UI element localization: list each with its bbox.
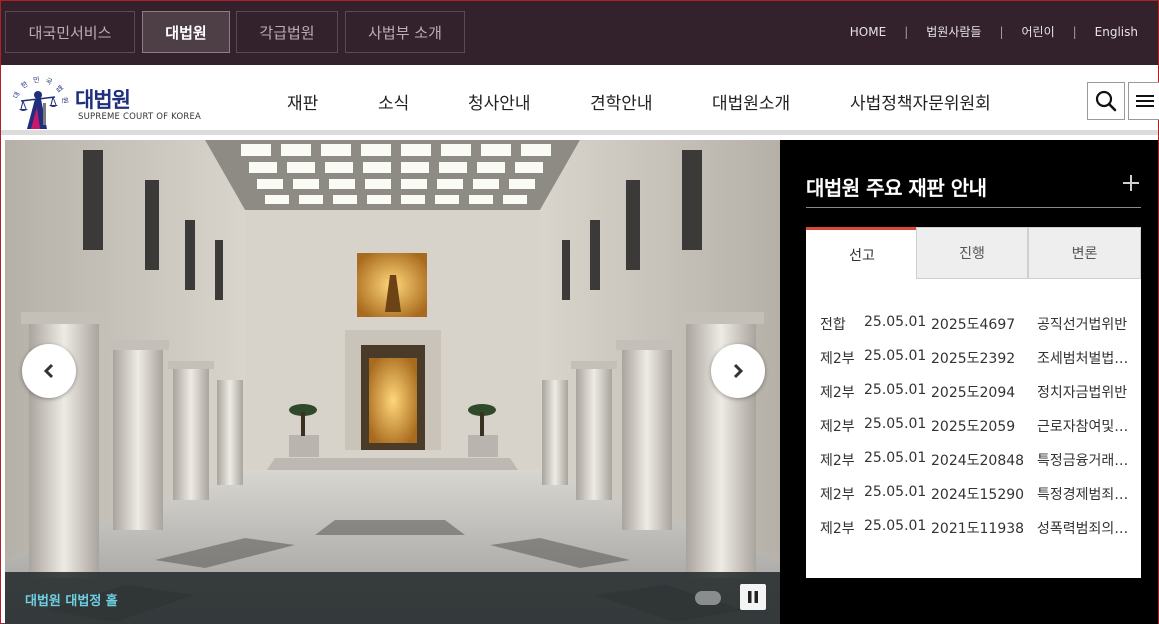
- case-date: 25.05.01: [864, 416, 927, 432]
- main-header: 대 한 민 국 법 원 대법원 SUPREME COURT OF KOREA 재…: [1, 65, 1159, 135]
- case-division: 제2부: [820, 487, 855, 503]
- menu-icon: [1135, 95, 1154, 107]
- chevron-left-icon: [43, 363, 54, 379]
- case-name: 정치자금법위반: [1037, 385, 1128, 401]
- site-tab-judiciary-intro[interactable]: 사법부 소개: [345, 11, 465, 53]
- panel-title: 대법원 주요 재판 안내: [806, 176, 987, 200]
- slide-prev-button[interactable]: [22, 344, 76, 398]
- home-link[interactable]: HOME: [850, 25, 886, 39]
- site-logo[interactable]: 대 한 민 국 법 원 대법원 SUPREME COURT OF KOREA: [11, 75, 211, 130]
- utility-links: HOME | 법원사람들 | 어린이 | English: [850, 23, 1138, 40]
- list-item[interactable]: 제2부 25.05.01 2025도2392 조세범처벌법위반: [806, 348, 1141, 372]
- case-division: 제2부: [820, 351, 855, 367]
- case-date: 25.05.01: [864, 518, 927, 534]
- nav-tour-guide[interactable]: 견학안내: [590, 89, 653, 114]
- nav-court-intro[interactable]: 대법원소개: [712, 89, 790, 114]
- case-division: 제2부: [820, 419, 855, 435]
- case-name: 성폭력범죄의처벌등에관한특례법위반: [1037, 521, 1129, 537]
- logo-title: 대법원: [75, 88, 131, 112]
- nav-building-guide[interactable]: 청사안내: [468, 89, 531, 114]
- top-utility-bar: 대국민서비스 대법원 각급법원 사법부 소개 HOME | 법원사람들 | 어린…: [1, 1, 1158, 65]
- menu-button[interactable]: [1128, 82, 1159, 120]
- case-date: 25.05.01: [864, 450, 927, 466]
- case-number: 2025도2392: [931, 351, 1016, 367]
- case-division: 전합: [820, 317, 846, 333]
- major-trials-panel: 대법원 주요 재판 안내 선고 진행 변론 전합 25.05.01 2025도4…: [780, 140, 1158, 624]
- case-date: 25.05.01: [864, 382, 927, 398]
- slide-caption-bar: 대법원 대법정 홀: [5, 572, 780, 624]
- site-tab-public-service[interactable]: 대국민서비스: [5, 11, 135, 53]
- nav-news[interactable]: 소식: [378, 89, 409, 114]
- case-number: 2024도20848: [931, 453, 1025, 469]
- case-division: 제2부: [820, 521, 855, 537]
- slide-next-button[interactable]: [711, 344, 765, 398]
- trial-tabs: 선고 진행 변론: [806, 227, 1141, 279]
- plus-icon[interactable]: [1120, 172, 1142, 194]
- slide-indicator[interactable]: [695, 591, 721, 605]
- search-icon: [1095, 90, 1117, 112]
- case-date: 25.05.01: [864, 348, 927, 364]
- list-item[interactable]: 제2부 25.05.01 2025도2059 근로자참여및협력증진에관한법률위반: [806, 416, 1141, 440]
- search-button[interactable]: [1087, 82, 1125, 120]
- court-hall-photo: [5, 140, 780, 624]
- case-name: 공직선거법위반: [1037, 317, 1128, 333]
- separator: |: [1072, 24, 1077, 39]
- case-number: 2025도2094: [931, 385, 1016, 401]
- tab-in-progress[interactable]: 진행: [916, 227, 1028, 279]
- nav-policy-committee[interactable]: 사법정책자문위원회: [850, 89, 991, 114]
- kids-link[interactable]: 어린이: [1021, 23, 1054, 40]
- site-tab-supreme-court[interactable]: 대법원: [142, 11, 230, 53]
- case-name: 특정경제범죄가중처벌등에관한법률위반: [1037, 487, 1129, 503]
- slide-pause-button[interactable]: [740, 584, 766, 610]
- case-name: 특정금융거래정보의보고및이용등에관한법률위반: [1037, 453, 1129, 469]
- case-number: 2025도2059: [931, 419, 1016, 435]
- english-link[interactable]: English: [1095, 25, 1138, 39]
- nav-trial[interactable]: 재판: [287, 89, 318, 114]
- list-item[interactable]: 제2부 25.05.01 2024도15290 특정경제범죄가중처벌등에관한법률…: [806, 484, 1141, 508]
- trial-list: 전합 25.05.01 2025도4697 공직선거법위반 제2부 25.05.…: [806, 279, 1141, 578]
- court-emblem-icon: 대 한 민 국 법 원: [12, 75, 69, 129]
- case-name: 조세범처벌법위반: [1037, 351, 1129, 367]
- slide-caption: 대법원 대법정 홀: [25, 594, 118, 609]
- logo-subtitle: SUPREME COURT OF KOREA: [78, 112, 202, 122]
- case-number: 2025도4697: [931, 317, 1016, 333]
- tab-argument[interactable]: 변론: [1028, 227, 1141, 279]
- pause-icon: [748, 591, 758, 603]
- case-name: 근로자참여및협력증진에관한법률위반: [1037, 419, 1129, 435]
- list-item[interactable]: 제2부 25.05.01 2024도20848 특정금융거래정보의보고및이용등에…: [806, 450, 1141, 474]
- case-number: 2021도11938: [931, 521, 1025, 537]
- main-visual-slider: 대법원 대법정 홀: [5, 140, 780, 624]
- case-number: 2024도15290: [931, 487, 1025, 503]
- court-people-link[interactable]: 법원사람들: [926, 23, 981, 40]
- divider: [806, 207, 1141, 208]
- site-tab-courts[interactable]: 각급법원: [236, 11, 338, 53]
- list-item[interactable]: 제2부 25.05.01 2021도11938 성폭력범죄의처벌등에관한특례법위…: [806, 518, 1141, 542]
- chevron-right-icon: [733, 363, 744, 379]
- case-date: 25.05.01: [864, 484, 927, 500]
- case-division: 제2부: [820, 453, 855, 469]
- case-date: 25.05.01: [864, 314, 927, 330]
- list-item[interactable]: 전합 25.05.01 2025도4697 공직선거법위반: [806, 314, 1141, 338]
- separator: |: [904, 24, 909, 39]
- separator: |: [999, 24, 1004, 39]
- list-item[interactable]: 제2부 25.05.01 2025도2094 정치자금법위반: [806, 382, 1141, 406]
- tab-verdict[interactable]: 선고: [806, 227, 918, 279]
- case-division: 제2부: [820, 385, 855, 401]
